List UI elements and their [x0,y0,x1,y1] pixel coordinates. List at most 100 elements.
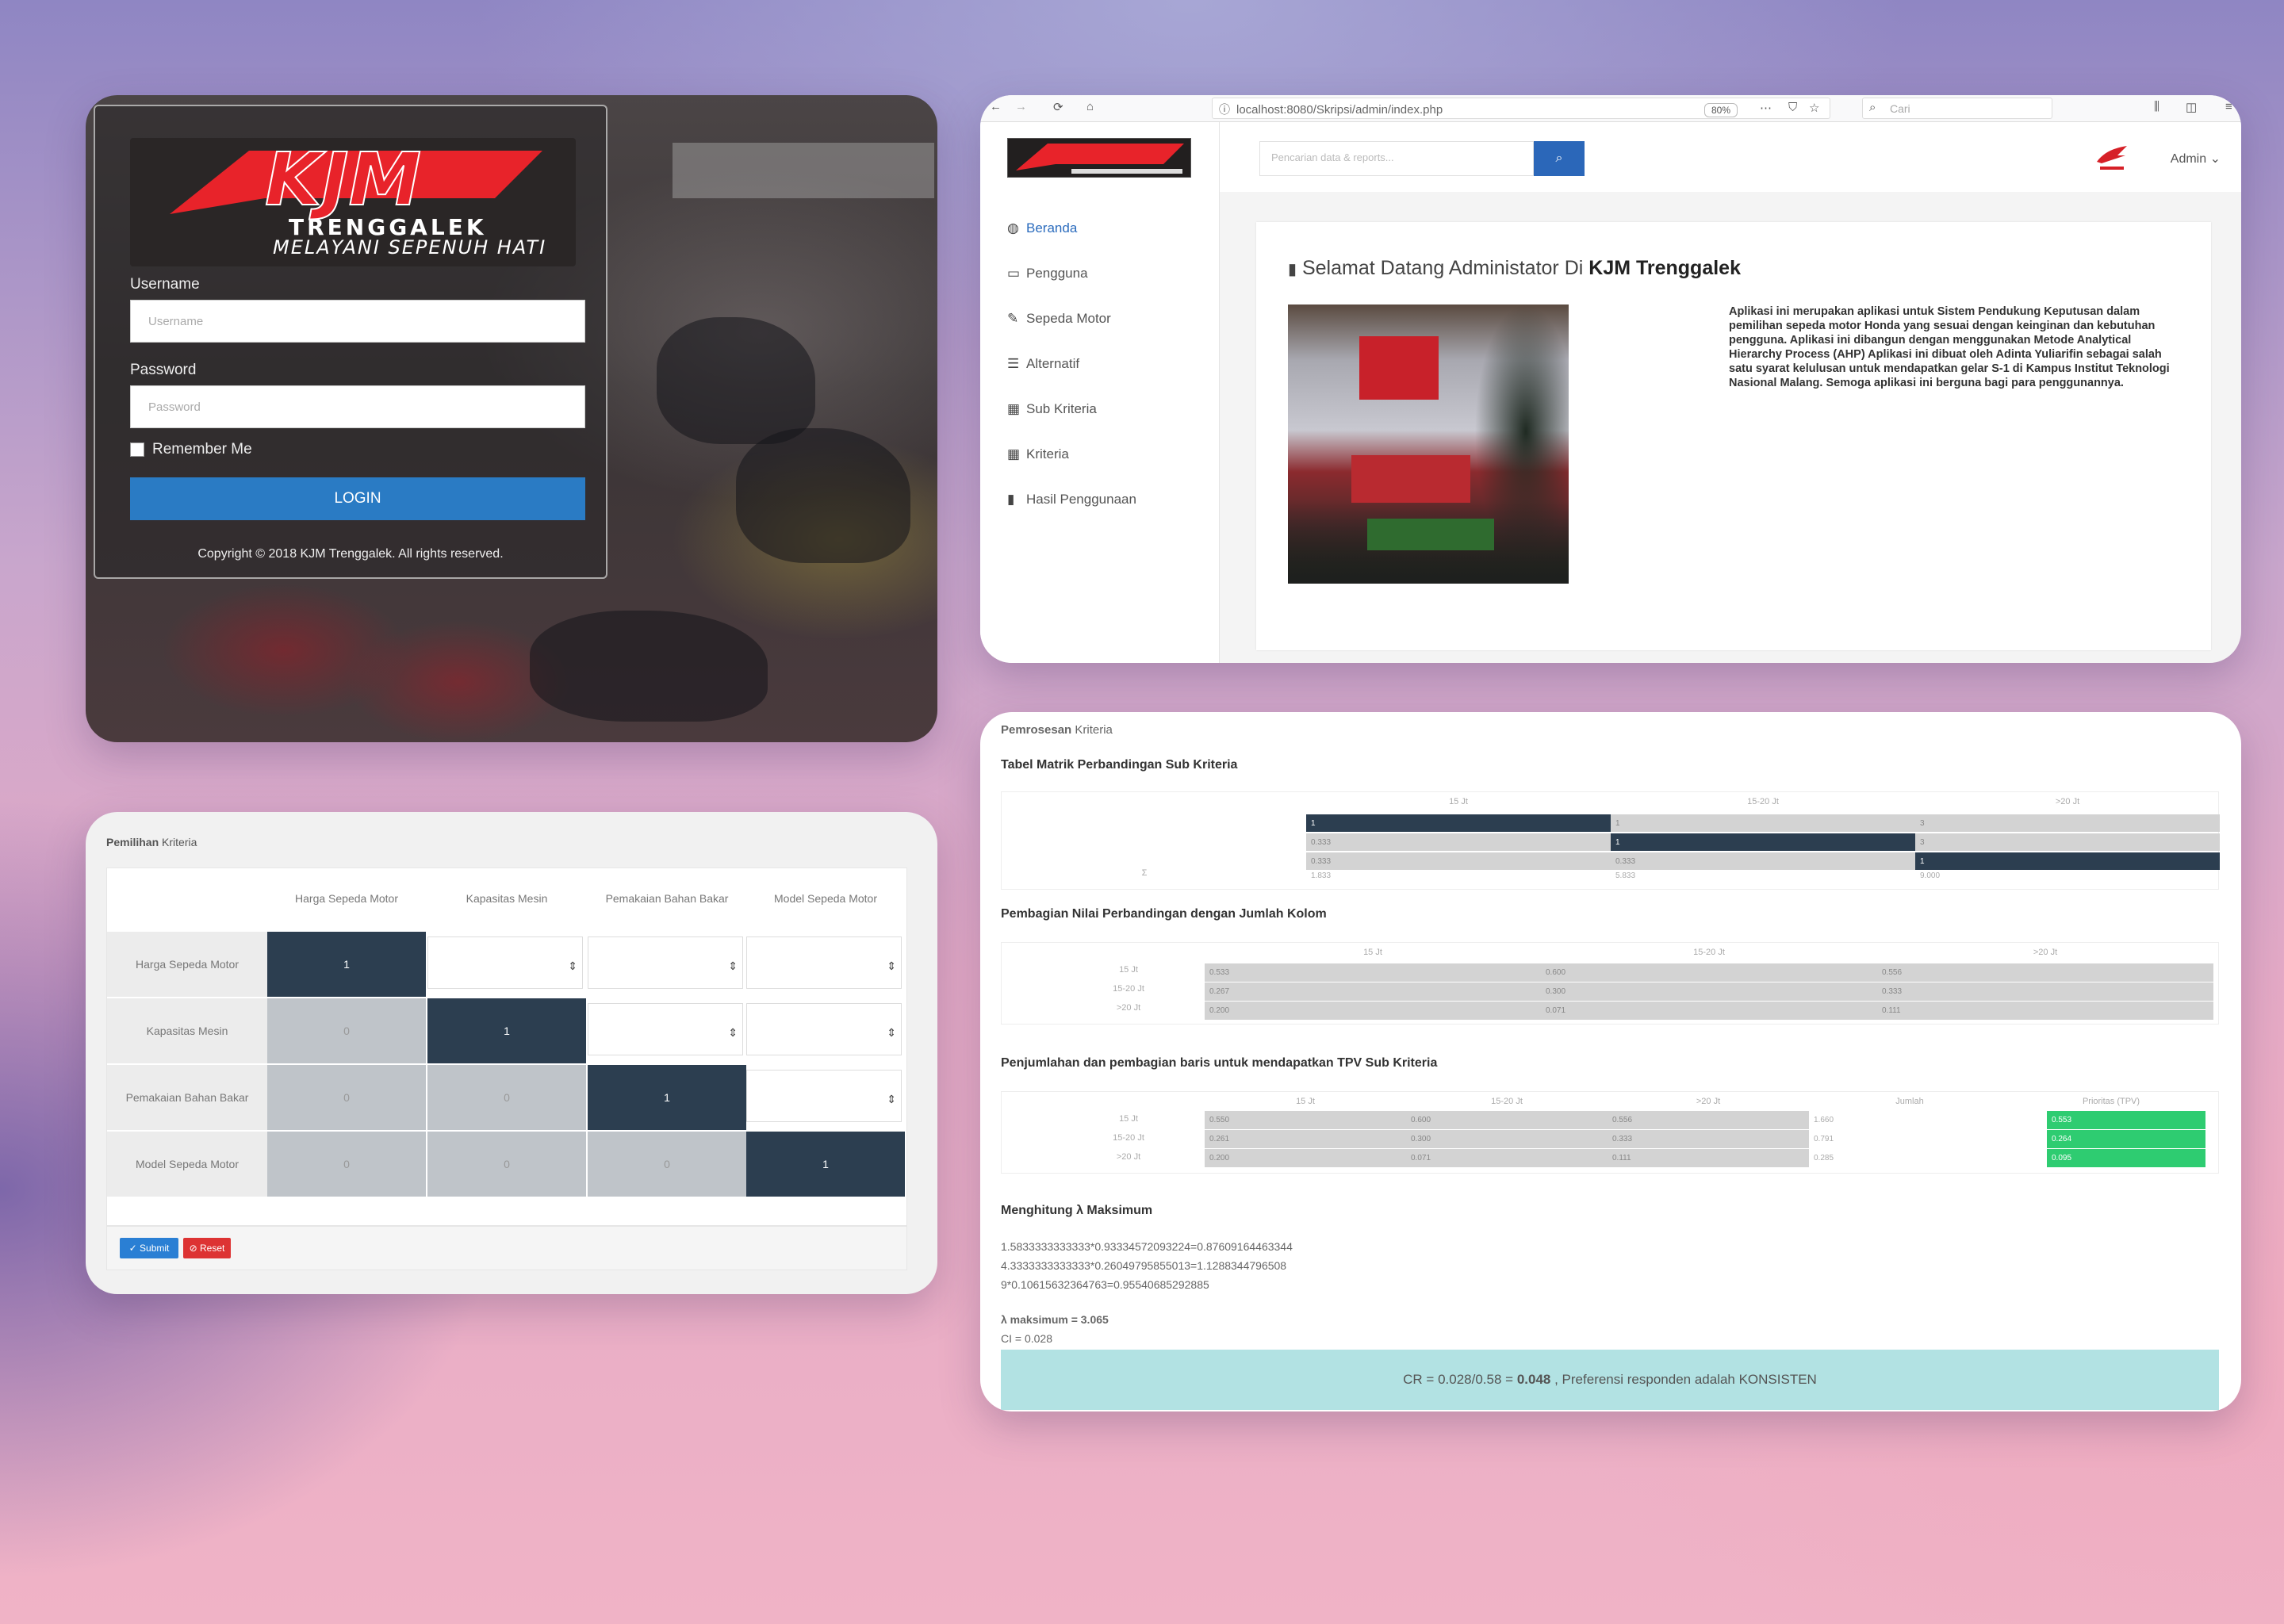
comparison-select[interactable]: ⇕ [427,936,583,989]
menu-icon[interactable]: ≡ [2225,100,2232,113]
username-label: Username [130,276,200,293]
dashboard-search-input[interactable]: Pencarian data & reports... [1259,141,1534,176]
matrix-cell: 0.300 [1541,982,1877,1001]
matrix-cell: 0.333 [1611,852,1915,870]
row-header: 15 Jt [1119,1114,1138,1124]
submit-button[interactable]: ✓ Submit [120,1238,178,1258]
password-input[interactable]: Password [130,385,585,428]
sidebar-item[interactable]: ◍ Beranda [1007,220,1077,236]
comparison-select[interactable]: ⇕ [588,936,743,989]
column-header: Model Sepeda Motor [774,892,877,905]
row-header: Kapasitas Mesin [107,998,267,1063]
comparison-select[interactable]: ⇕ [588,1003,743,1055]
reset-icon: ⊘ [189,1243,201,1254]
motorcycle-shape [657,317,815,444]
admin-dropdown[interactable]: Admin ⌄ [2171,151,2221,167]
matrix-cell: 0.111 [1877,1002,2213,1020]
pemilihan-kriteria-card: Pemilihan Kriteria Harga Sepeda Motor Kap… [86,812,937,1294]
column-header: 15 Jt [1296,1097,1315,1106]
matrix-cell: 0.550 [1205,1111,1406,1129]
comparison-select[interactable]: ⇕ [746,936,902,989]
sidebar-item[interactable]: ▭ Pengguna [1007,266,1088,282]
reset-button[interactable]: ⊘ Reset [183,1238,231,1258]
sidebar-item-label: Alternatif [1026,356,1080,371]
browser-search[interactable]: ⌕ Cari [1862,98,2052,119]
url-bar[interactable]: ⓘ localhost:8080/Skripsi/admin/index.php… [1212,98,1830,119]
matrix-cell: 0.533 [1205,963,1541,982]
matrix-cell: 0.556 [1608,1111,1809,1129]
sidebar-item[interactable]: ☰ Alternatif [1007,356,1079,372]
comparison-select[interactable]: ⇕ [746,1003,902,1055]
priority-cell: 0.095 [2047,1149,2205,1167]
column-header: Harga Sepeda Motor [295,892,398,905]
search-button[interactable]: ⌕ [1534,141,1585,176]
matrix-cell: 0.285 [1814,1154,1834,1162]
home-icon[interactable]: ⌂ [1086,100,1094,113]
sidebar-toggle-icon[interactable]: ◫ [2186,100,2197,114]
welcome-title: ▮ Selamat Datang Administator Di KJM Tre… [1288,257,1741,280]
stepper-icon: ⇕ [887,1093,896,1105]
column-header: Prioritas (TPV) [2082,1097,2140,1106]
forward-icon[interactable]: → [1015,100,1027,113]
reciprocal-cell: 0 [588,1132,746,1197]
sidebar-item[interactable]: ▦ Kriteria [1007,446,1069,462]
more-icon[interactable]: ⋯ [1760,101,1772,115]
matrix-cell: 0.333 [1877,982,2213,1001]
criteria-matrix: Harga Sepeda Motor Kapasitas Mesin Pemakai… [106,868,907,1226]
row-header: Pemakaian Bahan Bakar [107,1065,267,1130]
row-header: Harga Sepeda Motor [107,932,267,997]
sidebar-item[interactable]: ▮ Hasil Penggunaan [1007,492,1136,508]
search-icon: ⌕ [1555,151,1563,165]
matrix-cell: 0.333 [1306,852,1611,870]
matrix-cell: 0.600 [1406,1111,1608,1129]
sidebar-item-label: Hasil Penggunaan [1026,492,1136,507]
welcome-brand: KJM Trenggalek [1588,257,1741,279]
matrix-cell: 0.071 [1541,1002,1877,1020]
login-card: KJM TRENGGALEK MELAYANI SEPENUH HATI Use… [86,95,937,742]
shield-icon[interactable]: ⛉ [1788,101,1797,114]
back-icon[interactable]: ← [990,100,1002,113]
section-title: Tabel Matrik Perbandingan Sub Kriteria [1001,758,1238,772]
book-icon: ▮ [1288,261,1297,278]
comparison-matrix-table: 15 Jt 15-20 Jt >20 Jt 1 1 3 0.333 1 3 0.333 0.333 1… [1001,791,2220,890]
username-input[interactable]: Username [130,300,585,343]
motorcycle-shape [530,611,768,722]
login-button[interactable]: LOGIN [130,477,585,520]
matrix-cell: 0.556 [1877,963,2213,982]
sidebar-item-label: Pengguna [1026,266,1088,281]
matrix-cell: 1 [1611,833,1915,851]
reciprocal-cell: 0 [427,1132,586,1197]
stepper-icon: ⇕ [887,1026,896,1039]
zoom-level[interactable]: 80% [1704,103,1738,117]
star-icon[interactable]: ☆ [1809,101,1819,115]
column-header: >20 Jt [2055,797,2080,806]
sidebar-item-label: Sub Kriteria [1026,401,1097,416]
row-header: 15-20 Jt [1113,1133,1144,1143]
matrix-cell: 1.660 [1814,1116,1834,1124]
dashboard-card: ← → ⟳ ⌂ ⓘ localhost:8080/Skripsi/admin/i… [980,95,2241,663]
dashboard-icon: ◍ [1007,220,1019,236]
row-header: >20 Jt [1116,1152,1141,1162]
tpv-table: 15 Jt 15-20 Jt >20 Jt Jumlah Prioritas (TPV)… [1001,1091,2219,1174]
logo-tagline: MELAYANI SEPENUH HATI [273,236,547,259]
logo-text: KJM [265,143,421,220]
ci-value: CI = 0.028 [1001,1332,1052,1345]
matrix-cell: 0.261 [1205,1130,1406,1148]
column-header: Jumlah [1895,1097,1924,1106]
section-title: Penjumlahan dan pembagian baris untuk me… [1001,1056,1438,1070]
matrix-cell: 0.267 [1205,982,1541,1001]
cr-result: CR = 0.028/0.58 = 0.048 , Preferensi res… [1001,1350,2219,1410]
comparison-select[interactable]: ⇕ [746,1070,902,1122]
reload-icon[interactable]: ⟳ [1053,100,1063,114]
reciprocal-cell: 0 [427,1065,586,1130]
sidebar-logo [1007,138,1191,178]
library-icon[interactable]: ⫼ [2154,100,2159,113]
admin-label: Admin [2170,152,2207,166]
matrix-cell: 0.071 [1406,1149,1608,1167]
pemilihan-title: Pemilihan Kriteria [106,836,197,848]
remember-checkbox[interactable] [130,442,144,457]
dealer-photo [1288,304,1569,584]
sidebar-item[interactable]: ▦ Sub Kriteria [1007,401,1097,417]
section-title: Menghitung λ Maksimum [1001,1204,1153,1217]
sidebar-item[interactable]: ✎ Sepeda Motor [1007,311,1111,327]
